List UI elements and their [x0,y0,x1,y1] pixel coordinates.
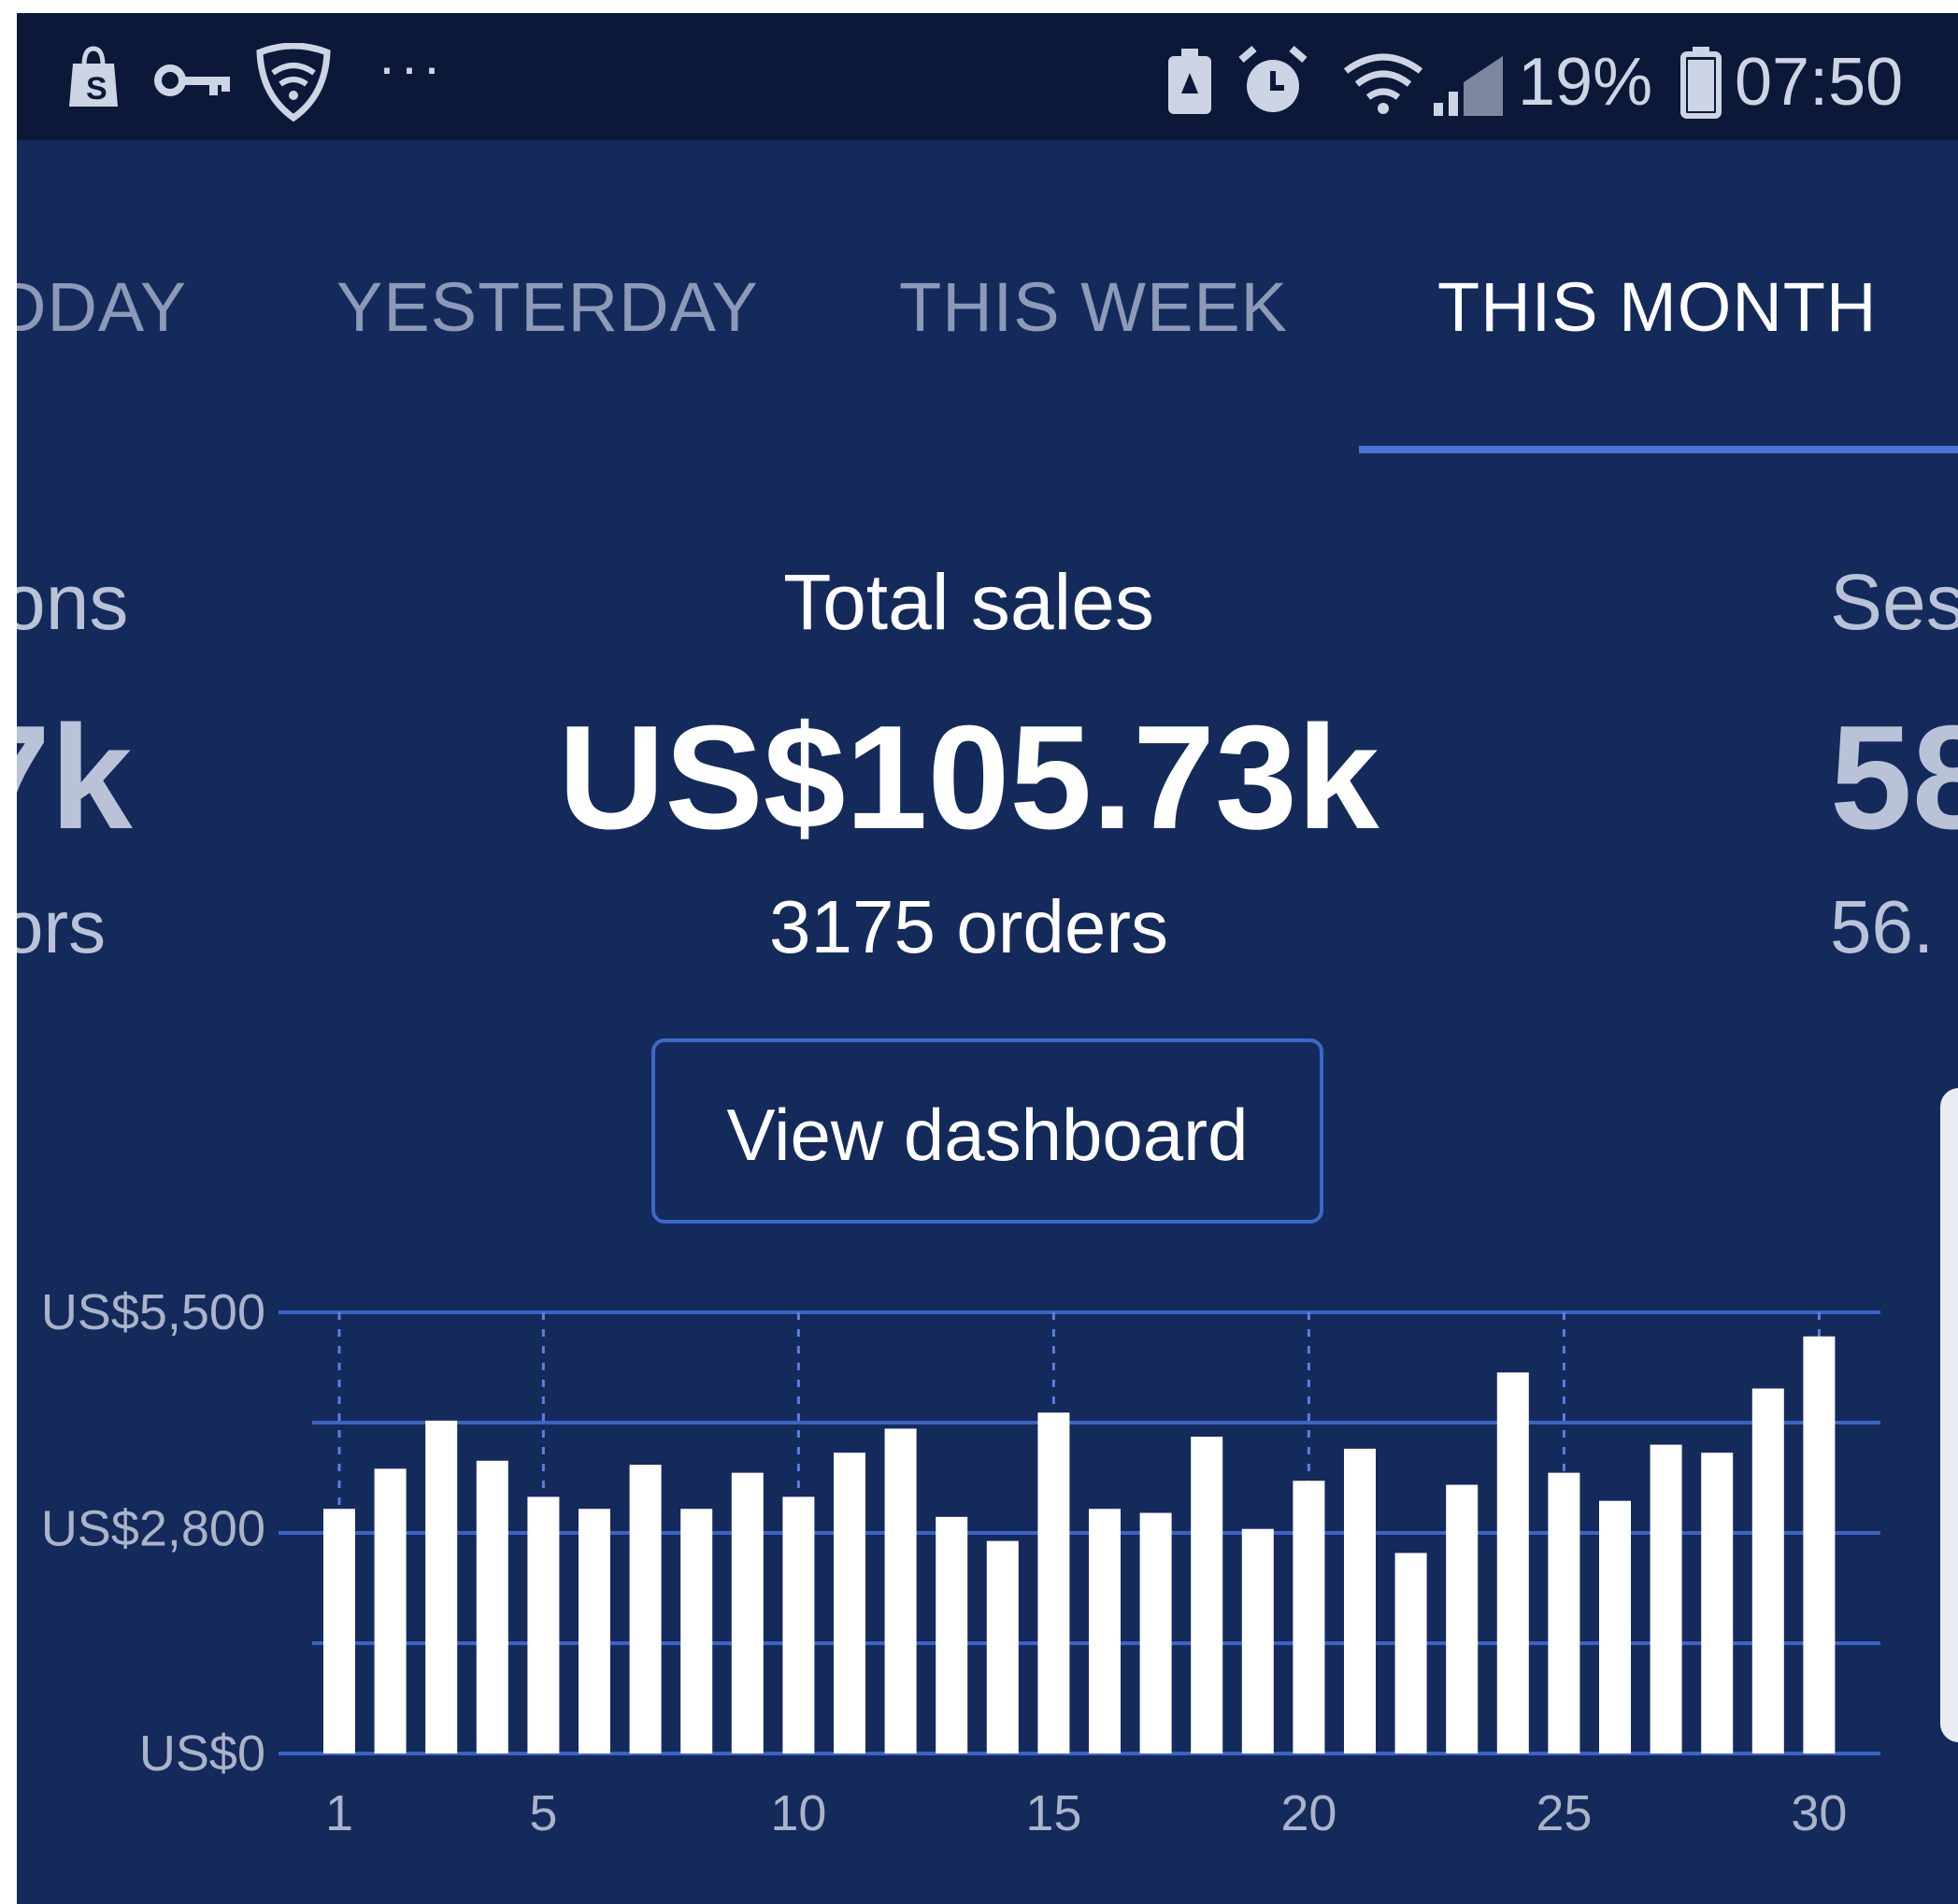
bar-day-16 [1089,1509,1121,1754]
bar-day-12 [884,1428,917,1754]
x-tick-label: 10 [770,1785,826,1841]
app-screen: S ··· 19% 07:50 DDAY YESTERDAY THIS WEEK… [17,13,1958,1904]
tab-this-month[interactable]: THIS MONTH [1437,273,1877,342]
bar-day-7 [629,1465,662,1754]
bar-day-10 [782,1496,815,1754]
bar-day-4 [476,1460,508,1754]
sales-bar-chart: US$0US$2,800US$5,5001 5 10 15 20 25 30 [41,1284,1880,1841]
shopify-bag-icon: S [69,46,118,107]
alarm-icon [1238,45,1308,112]
x-tick-label: 25 [1536,1785,1592,1841]
total-orders: 3175 orders [769,885,1168,968]
bar-day-20 [1293,1481,1325,1754]
bar-day-24 [1496,1372,1529,1754]
clock-time: 07:50 [1735,45,1904,120]
bar-day-3 [425,1420,458,1754]
signal-icon [1434,56,1503,116]
bar-day-15 [1037,1412,1070,1754]
bar-day-27 [1650,1444,1682,1754]
battery-percent: 19% [1518,45,1653,120]
x-tick-label: 20 [1280,1785,1336,1841]
bar-day-19 [1241,1528,1274,1754]
bar-day-13 [936,1516,968,1754]
bar-day-22 [1394,1553,1427,1754]
battery-icon [1680,47,1722,119]
right-metric-sub: 56. [1830,885,1935,968]
right-metric-label: Ses [1830,558,1958,646]
date-range-tabs: DDAY YESTERDAY THIS WEEK THIS MONTH [17,140,1958,458]
bar-day-30 [1803,1336,1836,1754]
bar-day-8 [680,1509,713,1754]
bar-day-6 [579,1509,610,1754]
right-metric-value: 58 [1830,695,1958,860]
svg-text:S: S [86,71,107,107]
status-bar: S ··· 19% 07:50 [17,13,1958,140]
shield-wifi-icon [256,43,331,122]
bar-day-14 [986,1540,1019,1754]
bar-day-17 [1139,1512,1172,1754]
total-sales-label: Total sales [783,558,1154,646]
x-tick-label: 1 [325,1785,353,1841]
vpn-key-icon [154,64,230,96]
x-tick-label: 5 [529,1785,557,1841]
tab-yesterday[interactable]: YESTERDAY [336,273,759,342]
bar-day-28 [1701,1453,1734,1754]
bar-day-18 [1191,1437,1223,1754]
view-dashboard-button[interactable]: View dashboard [651,1038,1323,1224]
more-icon: ··· [378,36,445,98]
bar-day-1 [323,1509,355,1754]
bar-day-2 [374,1468,407,1754]
bar-day-11 [834,1453,865,1754]
y-tick-label: US$0 [139,1725,265,1782]
x-tick-label: 30 [1791,1785,1847,1841]
bar-day-5 [527,1496,560,1754]
active-tab-indicator [1359,446,1958,453]
battery-saver-icon [1168,49,1211,114]
x-tick-label: 15 [1025,1785,1081,1841]
bar-day-25 [1548,1472,1580,1754]
bar-day-23 [1446,1484,1479,1754]
bar-day-26 [1599,1500,1631,1754]
bar-day-9 [731,1472,764,1754]
tab-today[interactable]: DDAY [17,273,187,342]
tab-this-week[interactable]: THIS WEEK [899,273,1288,342]
bar-day-21 [1344,1448,1376,1754]
bar-day-29 [1751,1388,1784,1754]
total-sales-value: US$105.73k [558,695,1379,860]
wifi-icon [1343,53,1423,114]
y-tick-label: US$5,500 [41,1284,265,1340]
y-tick-label: US$2,800 [41,1501,265,1557]
